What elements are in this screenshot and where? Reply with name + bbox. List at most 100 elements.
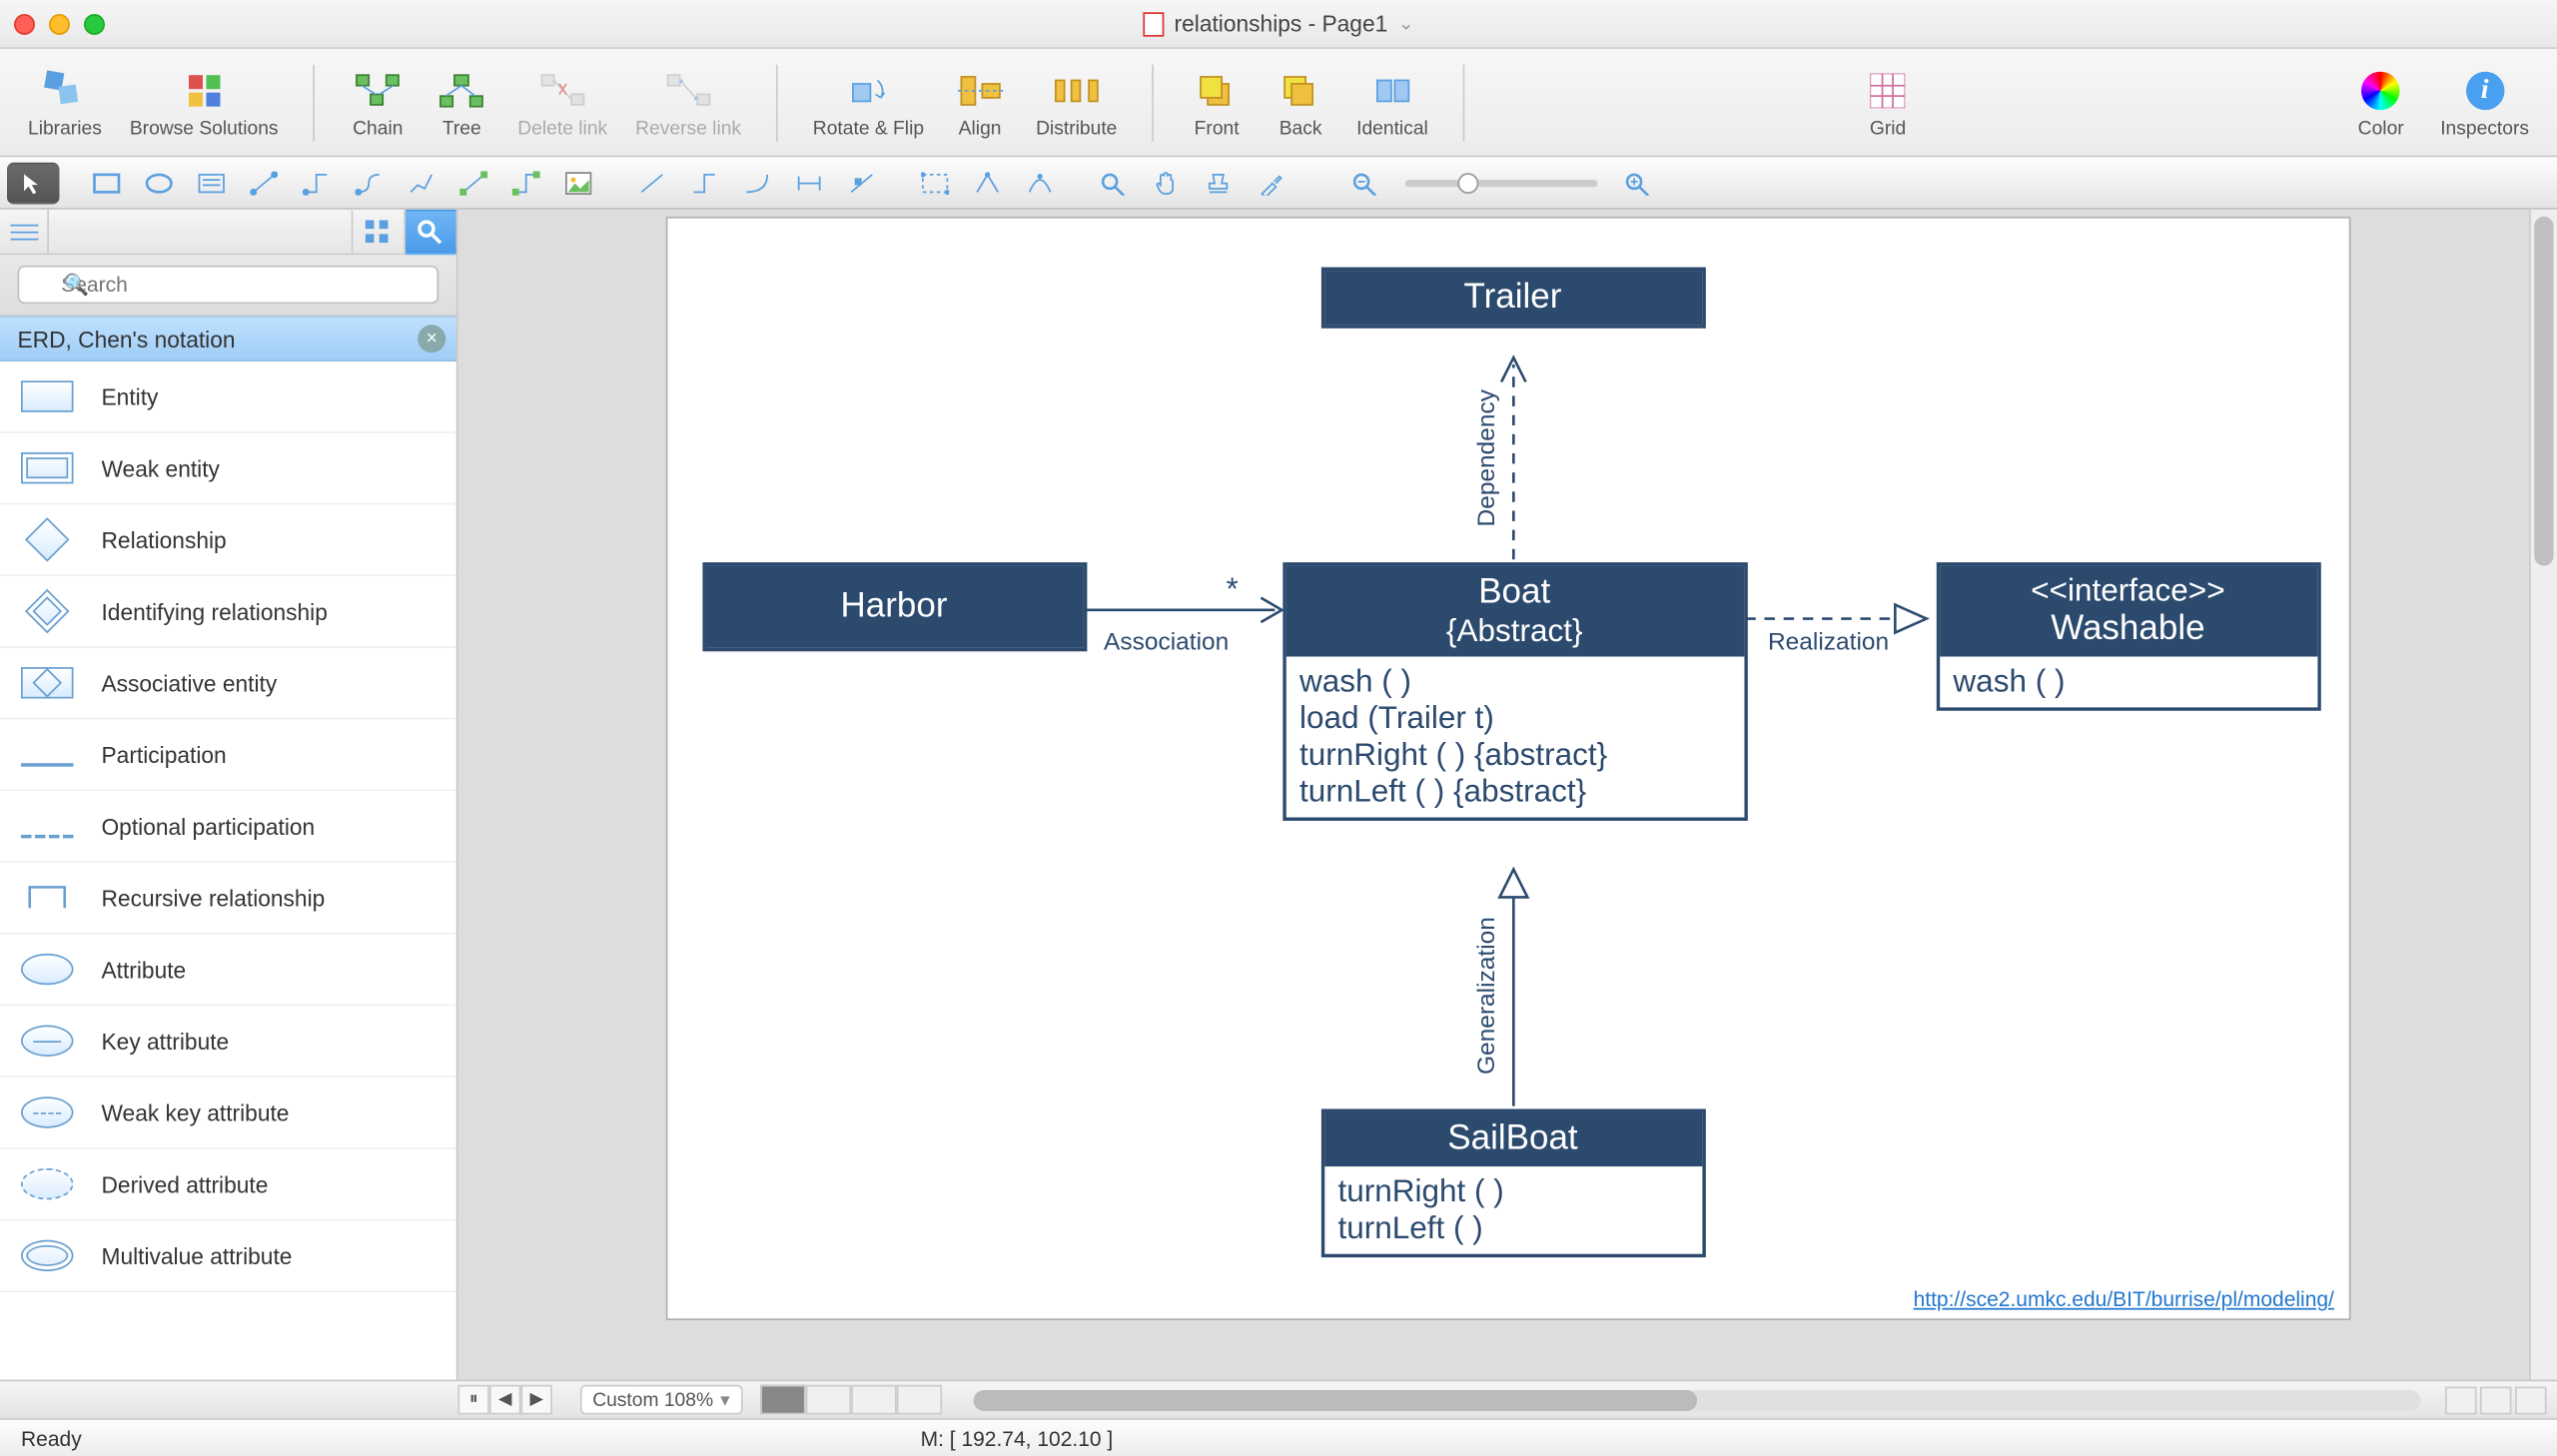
lib-item-weak-entity[interactable]: Weak entity (0, 433, 456, 505)
page-tab-3[interactable] (851, 1385, 896, 1415)
library-title[interactable]: ERD, Chen's notation × (0, 317, 456, 362)
connector-1[interactable] (238, 162, 290, 204)
curve-tool[interactable] (730, 162, 782, 204)
front-icon (1193, 66, 1242, 115)
lib-item-identifying-relationship[interactable]: Identifying relationship (0, 576, 456, 648)
connector-2[interactable] (290, 162, 342, 204)
eyedropper-tool[interactable] (1245, 162, 1296, 204)
pan-tool[interactable] (1140, 162, 1192, 204)
ellipse-tool[interactable] (133, 162, 185, 204)
browse-icon (180, 66, 229, 115)
lib-item-entity[interactable]: Entity (0, 362, 456, 433)
page-tab-4[interactable] (896, 1385, 941, 1415)
lib-item-key-attribute[interactable]: Key attribute (0, 1006, 456, 1078)
page-tab-1[interactable] (760, 1385, 805, 1415)
reverse-link-icon (664, 66, 713, 115)
color-icon (2356, 66, 2405, 115)
edit-shape-2[interactable] (961, 162, 1013, 204)
lib-item-relationship[interactable]: Relationship (0, 504, 456, 576)
rotate-flip-button[interactable]: Rotate & Flip (802, 62, 934, 142)
libraries-icon (40, 66, 89, 115)
info-icon: i (2460, 66, 2509, 115)
stamp-tool[interactable] (1192, 162, 1244, 204)
chevron-down-icon[interactable]: ⌄ (1398, 12, 1414, 35)
zoom-slider[interactable] (1405, 179, 1597, 186)
uml-class-boat[interactable]: Boat {Abstract} wash ( ) load (Trailer t… (1281, 562, 1746, 821)
distribute-button[interactable]: Distribute (1026, 62, 1128, 142)
horizontal-scrollbar[interactable] (973, 1389, 2421, 1410)
main-toolbar: Libraries Browse Solutions Chain Tree De… (0, 49, 2557, 157)
chain-icon (354, 66, 403, 115)
chain-button[interactable]: Chain (340, 62, 417, 142)
lib-item-attribute[interactable]: Attribute (0, 935, 456, 1007)
search-view-button[interactable] (404, 209, 455, 254)
status-bar: Ready M: [ 192.74, 102.10 ] (0, 1418, 2557, 1456)
lib-item-associative-entity[interactable]: Associative entity (0, 648, 456, 720)
label-association: Association (1104, 627, 1229, 655)
connector-6[interactable] (499, 162, 551, 204)
uml-class-harbor[interactable]: Harbor (702, 562, 1087, 651)
libraries-button[interactable]: Libraries (17, 62, 112, 142)
canvas-area: Trailer Harbor Boat {Abstract} wash ( ) … (457, 210, 2557, 1380)
align-icon (956, 66, 1005, 115)
line-tool[interactable] (625, 162, 677, 204)
close-library-button[interactable]: × (418, 325, 445, 353)
view-mode-2[interactable] (2480, 1386, 2511, 1414)
insert-image[interactable] (552, 162, 604, 204)
canvas[interactable]: Trailer Harbor Boat {Abstract} wash ( ) … (665, 217, 2350, 1320)
zoom-level[interactable]: Custom 108%▾ (580, 1385, 742, 1415)
text-tool[interactable] (185, 162, 237, 204)
zoom-out-button[interactable] (1338, 162, 1390, 204)
page-pause-icon[interactable]: ⏸ (457, 1385, 488, 1415)
page-next-button[interactable]: ▶ (520, 1385, 551, 1415)
zoom-in-button[interactable] (1611, 162, 1663, 204)
front-button[interactable]: Front (1179, 62, 1256, 142)
label-generalization: Generalization (1470, 917, 1498, 1075)
identical-icon (1367, 66, 1416, 115)
connector-3[interactable] (343, 162, 395, 204)
uml-interface-washable[interactable]: <<interface>> Washable wash ( ) (1936, 562, 2320, 711)
lib-item-participation[interactable]: Participation (0, 719, 456, 791)
uml-class-sailboat[interactable]: SailBoat turnRight ( ) turnLeft ( ) (1320, 1108, 1705, 1257)
browse-solutions-button[interactable]: Browse Solutions (119, 62, 289, 142)
measure-tool[interactable] (783, 162, 835, 204)
uml-class-trailer[interactable]: Trailer (1320, 268, 1705, 329)
anchor-tool[interactable] (835, 162, 887, 204)
page-tab-2[interactable] (805, 1385, 850, 1415)
tree-icon (437, 66, 486, 115)
zoom-slider-thumb[interactable] (1457, 172, 1478, 193)
polyline-tool[interactable] (678, 162, 730, 204)
grid-view-button[interactable] (352, 209, 404, 254)
zoom-tool[interactable] (1087, 162, 1139, 204)
delete-link-button[interactable]: Delete link (507, 62, 618, 142)
lib-item-optional-participation[interactable]: Optional participation (0, 791, 456, 863)
connector-5[interactable] (447, 162, 499, 204)
tree-button[interactable]: Tree (424, 62, 500, 142)
page-prev-button[interactable]: ◀ (489, 1385, 520, 1415)
align-button[interactable]: Align (942, 62, 1019, 142)
view-mode-3[interactable] (2515, 1386, 2546, 1414)
lib-item-multivalue-attribute[interactable]: Multivalue attribute (0, 1220, 456, 1292)
back-button[interactable]: Back (1263, 62, 1339, 142)
reverse-link-button[interactable]: Reverse link (625, 62, 752, 142)
pointer-tool[interactable] (7, 162, 59, 204)
grid-button[interactable]: Grid (1850, 62, 1927, 142)
lib-item-recursive-relationship[interactable]: Recursive relationship (0, 863, 456, 935)
vertical-scrollbar[interactable] (2529, 210, 2557, 1380)
lib-item-derived-attribute[interactable]: Derived attribute (0, 1149, 456, 1221)
list-view-toggle[interactable] (0, 210, 49, 254)
sidebar-header (0, 210, 456, 255)
shape-toolbar (0, 157, 2557, 209)
edit-shape-1[interactable] (909, 162, 961, 204)
titlebar: relationships - Page1 ⌄ (0, 0, 2557, 49)
footer-link[interactable]: http://sce2.umkc.edu/BIT/burrise/pl/mode… (1914, 1287, 2334, 1311)
edit-shape-3[interactable] (1014, 162, 1066, 204)
identical-button[interactable]: Identical (1346, 62, 1439, 142)
connector-4[interactable] (395, 162, 446, 204)
color-button[interactable]: Color (2342, 62, 2419, 142)
lib-item-weak-key-attribute[interactable]: Weak key attribute (0, 1078, 456, 1149)
inspectors-button[interactable]: iInspectors (2430, 62, 2540, 142)
rect-tool[interactable] (80, 162, 132, 204)
view-mode-1[interactable] (2445, 1386, 2476, 1414)
rotate-icon (844, 66, 893, 115)
